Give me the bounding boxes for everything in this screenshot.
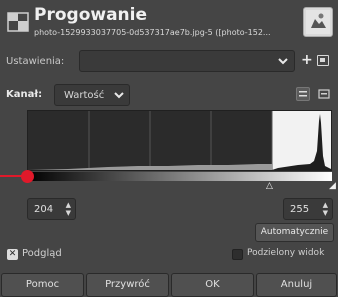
value-gradient (27, 172, 332, 181)
split-view-label: Podzielony widok (247, 248, 325, 258)
split-view-checkbox[interactable]: Podzielony widok (232, 248, 336, 262)
image-name: photo-1529933037705-0d537317ae7b.jpg-5 (… (34, 28, 271, 37)
high-threshold-value: 255 (290, 204, 310, 215)
histogram[interactable] (27, 110, 332, 171)
auto-button[interactable]: Automatycznie (255, 223, 334, 242)
preview-label: Podgląd (22, 248, 62, 259)
image-thumbnail (303, 7, 333, 37)
linear-histogram-icon[interactable] (296, 87, 310, 101)
chevron-down-icon (114, 92, 124, 99)
preview-checkbox[interactable]: ✕ Podgląd (7, 248, 97, 262)
presets-row: Ustawienia: + (0, 47, 338, 75)
dialog-title: Progowanie (34, 5, 148, 25)
dialog-header: Progowanie photo-1529933037705-0d537317a… (0, 0, 338, 44)
cancel-button[interactable]: Anuluj (256, 273, 337, 297)
help-button[interactable]: Pomoc (1, 273, 84, 297)
channel-row: Kanał: Wartość (0, 82, 338, 108)
low-threshold-value: 204 (34, 204, 54, 215)
ok-button[interactable]: OK (171, 273, 254, 297)
image-preview-icon (306, 10, 330, 34)
spin-arrows-icon[interactable]: ▲ ▼ (66, 201, 71, 217)
check-icon: ✕ (7, 249, 18, 260)
log-histogram-icon[interactable] (318, 88, 330, 100)
channel-label: Kanał: (6, 89, 43, 100)
spin-arrows-icon[interactable]: ▲ ▼ (323, 201, 328, 217)
reset-button[interactable]: Przywróć (86, 273, 169, 297)
pointer-marker (21, 170, 34, 183)
threshold-tool-icon (7, 12, 29, 32)
high-threshold-spin[interactable]: 255 ▲ ▼ (283, 198, 333, 220)
channel-select[interactable]: Wartość (54, 84, 130, 106)
chevron-down-icon (278, 58, 288, 65)
presets-combo[interactable] (79, 50, 295, 72)
channel-value: Wartość (64, 90, 105, 101)
presets-label: Ustawienia: (6, 56, 65, 67)
histogram-plot (28, 111, 331, 170)
unchecked-box-icon (232, 249, 243, 260)
low-threshold-spin[interactable]: 204 ▲ ▼ (27, 198, 76, 220)
preset-menu-icon[interactable] (317, 55, 329, 66)
low-threshold-handle[interactable]: △ (266, 182, 273, 191)
high-threshold-handle[interactable]: ◢ (329, 182, 336, 191)
add-preset-icon[interactable]: + (301, 53, 313, 67)
